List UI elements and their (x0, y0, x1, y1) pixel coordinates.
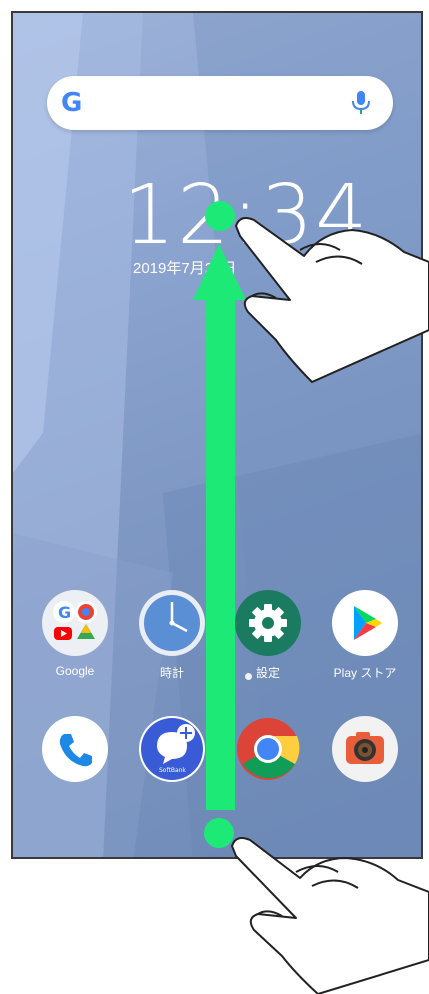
page-dot (207, 673, 214, 680)
app-label: 時計 (159, 666, 184, 680)
camera-icon (332, 716, 398, 782)
google-g-icon: G (61, 88, 83, 118)
lock-clock: 12:34 (123, 168, 370, 263)
dock-camera[interactable] (325, 716, 405, 782)
phone-icon (42, 716, 108, 782)
play-store-icon (332, 590, 398, 656)
page-indicator (201, 667, 258, 685)
app-label: Play ストア (333, 666, 397, 680)
softbank-sub-label: SoftBank (159, 767, 186, 774)
phone-screen: G 12:34 2019年7月26日 G Google 時計 設定 Play ス… (11, 11, 423, 859)
dock-chrome[interactable] (228, 716, 308, 782)
google-folder-icon: G (42, 590, 108, 656)
dock-phone[interactable] (35, 716, 115, 782)
page-dot (245, 673, 252, 680)
app-play-store[interactable]: Play ストア (325, 590, 405, 681)
settings-gear-icon (235, 590, 301, 656)
app-clock[interactable]: 時計 (132, 590, 212, 681)
softbank-messaging-icon: SoftBank (139, 716, 205, 782)
page-dot (226, 673, 233, 680)
mic-icon[interactable] (349, 90, 373, 116)
lock-date: 2019年7月26日 (133, 260, 237, 277)
dock-softbank-message[interactable]: SoftBank (132, 716, 212, 782)
clock-icon (139, 590, 205, 656)
hand-lower-icon (231, 837, 429, 994)
svg-text:G: G (58, 603, 71, 622)
app-google-folder[interactable]: G Google (35, 590, 115, 678)
chrome-icon (235, 716, 301, 782)
google-search-bar[interactable]: G (47, 76, 393, 130)
app-label: Google (55, 664, 95, 678)
